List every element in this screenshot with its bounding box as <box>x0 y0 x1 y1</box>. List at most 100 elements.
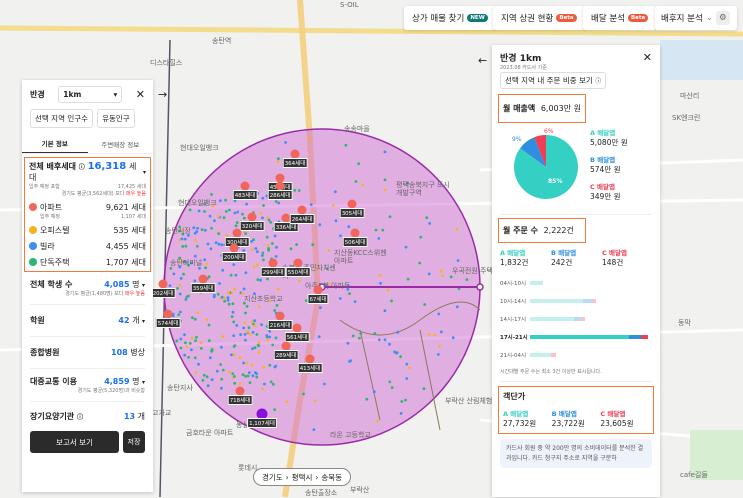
store-dot <box>190 336 194 340</box>
pie-label: 85% <box>548 178 562 185</box>
store-dot <box>203 210 206 213</box>
household-marker-label[interactable]: 67세대 <box>307 294 329 304</box>
household-marker-label[interactable]: 413세대 <box>297 363 323 373</box>
store-dot <box>262 258 265 262</box>
hospital-title: 종합병원 <box>30 348 60 357</box>
floating-population-tab[interactable]: 유동인구 <box>97 109 135 128</box>
household-marker-label[interactable]: 200세대 <box>221 252 247 262</box>
area-commerce-button[interactable]: 지역 상권 현황 Beta <box>493 6 585 30</box>
save-button[interactable]: 저장 <box>123 431 145 453</box>
map-place-label: 현대오일뱅크 <box>178 199 217 207</box>
students-title: 전체 학생 수 <box>30 280 73 289</box>
shop-listing-button[interactable]: 상가 매물 찾기 NEW <box>404 6 496 30</box>
chevron-down-icon: ⌄ <box>705 13 713 23</box>
household-marker-label[interactable]: 202세대 <box>150 288 176 298</box>
store-dot <box>221 335 225 338</box>
household-marker-label[interactable]: 364세대 <box>282 158 308 168</box>
household-marker-label[interactable]: 286세대 <box>267 190 293 200</box>
breadcrumb-item[interactable]: 송북동 <box>321 472 342 483</box>
store-dot <box>456 259 460 262</box>
store-dot <box>295 243 298 246</box>
chevron-down-icon[interactable]: ▾ <box>142 318 145 325</box>
store-dot <box>223 296 227 300</box>
breadcrumb-item[interactable]: 평택시 <box>292 472 313 483</box>
view-report-button[interactable]: 보고서 보기 <box>30 431 119 453</box>
store-dot <box>441 274 444 278</box>
map-pan-arrow-right[interactable]: ← <box>478 54 487 67</box>
store-dot <box>361 183 365 187</box>
store-dot <box>418 261 422 265</box>
store-dot <box>178 292 182 296</box>
label: 상가 매물 찾기 <box>412 14 465 24</box>
store-dot <box>175 339 179 343</box>
care-title: 장기요양기관 <box>30 412 75 421</box>
household-marker-label[interactable]: 574세대 <box>155 318 181 328</box>
household-marker-label[interactable]: 305세대 <box>339 208 365 218</box>
store-dot <box>284 141 287 144</box>
info-icon[interactable]: ⓘ <box>79 164 85 171</box>
store-dot <box>354 180 358 183</box>
store-dot <box>215 369 219 373</box>
app-name: A 배달앱 <box>503 410 529 418</box>
order-share-button[interactable]: 선택 지역 내 주문 비중 보기 ⓘ <box>500 72 607 89</box>
store-dot <box>194 339 198 342</box>
household-marker-label[interactable]: 299세대 <box>260 267 286 277</box>
household-marker-label[interactable]: 320세대 <box>239 221 265 231</box>
store-dot <box>181 245 185 248</box>
hinterland-analysis-dropdown[interactable]: 배후지 분석 ⌄ ⚙ <box>655 6 737 30</box>
radius-select[interactable]: 1km ▾ <box>58 86 123 103</box>
unit: 개 <box>132 316 140 325</box>
chevron-down-icon[interactable]: ▾ <box>142 282 145 289</box>
gear-icon[interactable]: ⚙ <box>715 11 730 25</box>
slot-bar <box>530 281 648 285</box>
household-marker-label[interactable]: 1,107세대 <box>247 418 277 428</box>
household-marker-label[interactable]: 216세대 <box>267 320 293 330</box>
household-marker-label[interactable]: 506세대 <box>342 237 368 247</box>
store-dot <box>455 305 459 309</box>
close-icon[interactable]: ✕ <box>136 88 145 101</box>
close-icon[interactable]: ✕ <box>643 51 652 64</box>
household-marker-label[interactable]: 561세대 <box>284 332 310 342</box>
household-marker-label[interactable]: 289세대 <box>273 350 299 360</box>
tab-basic-info[interactable]: 기본 정보 <box>22 134 88 153</box>
delivery-analysis-button[interactable]: 배달 분석 Beta <box>583 6 657 30</box>
info-icon[interactable]: ⓘ <box>77 414 83 421</box>
breadcrumb-item[interactable]: 경기도 <box>262 472 283 483</box>
store-dot <box>266 244 270 247</box>
store-dot <box>311 243 315 247</box>
household-marker-label[interactable]: 359세대 <box>190 283 216 293</box>
academy-title: 학원 <box>30 316 45 325</box>
store-dot <box>289 247 293 251</box>
transit-title: 대중교통 이용 <box>30 377 77 386</box>
store-dot <box>208 214 212 218</box>
app-name: B 배달앱 <box>551 410 577 418</box>
orders-title: 월 주문 수 <box>503 226 539 235</box>
store-dot <box>244 271 248 275</box>
household-marker-label[interactable]: 550세대 <box>285 267 311 277</box>
chevron-down-icon[interactable]: ▾ <box>143 169 146 176</box>
population-tab[interactable]: 선택 지역 인구수 <box>30 109 94 128</box>
store-dot <box>243 216 246 220</box>
store-dot <box>172 272 176 276</box>
slot-bar <box>530 335 648 339</box>
store-dot <box>208 356 212 360</box>
store-dot <box>250 240 254 243</box>
slot-label: 14시-17시 <box>500 317 527 323</box>
store-dot <box>231 310 235 314</box>
chevron-right-icon: › <box>285 472 289 482</box>
household-marker-label[interactable]: 264세대 <box>289 214 315 224</box>
tab-nearby-stores[interactable]: 주변매장 정보 <box>88 135 154 153</box>
sub-value: 1,107 세대 <box>120 214 146 220</box>
household-marker-label[interactable]: 483세대 <box>232 190 258 200</box>
map-pan-arrow-left[interactable]: → <box>158 88 167 101</box>
store-dot <box>226 296 230 300</box>
item-name: 단독주택 <box>40 258 70 267</box>
store-dot <box>242 287 246 291</box>
household-marker-label[interactable]: 718세대 <box>227 395 253 405</box>
store-dot <box>359 332 363 335</box>
chevron-down-icon[interactable]: ▾ <box>142 379 145 386</box>
store-dot <box>210 350 213 353</box>
store-dot <box>195 244 199 248</box>
map-place-label: 부락산 <box>350 486 370 494</box>
store-dot <box>229 273 233 277</box>
